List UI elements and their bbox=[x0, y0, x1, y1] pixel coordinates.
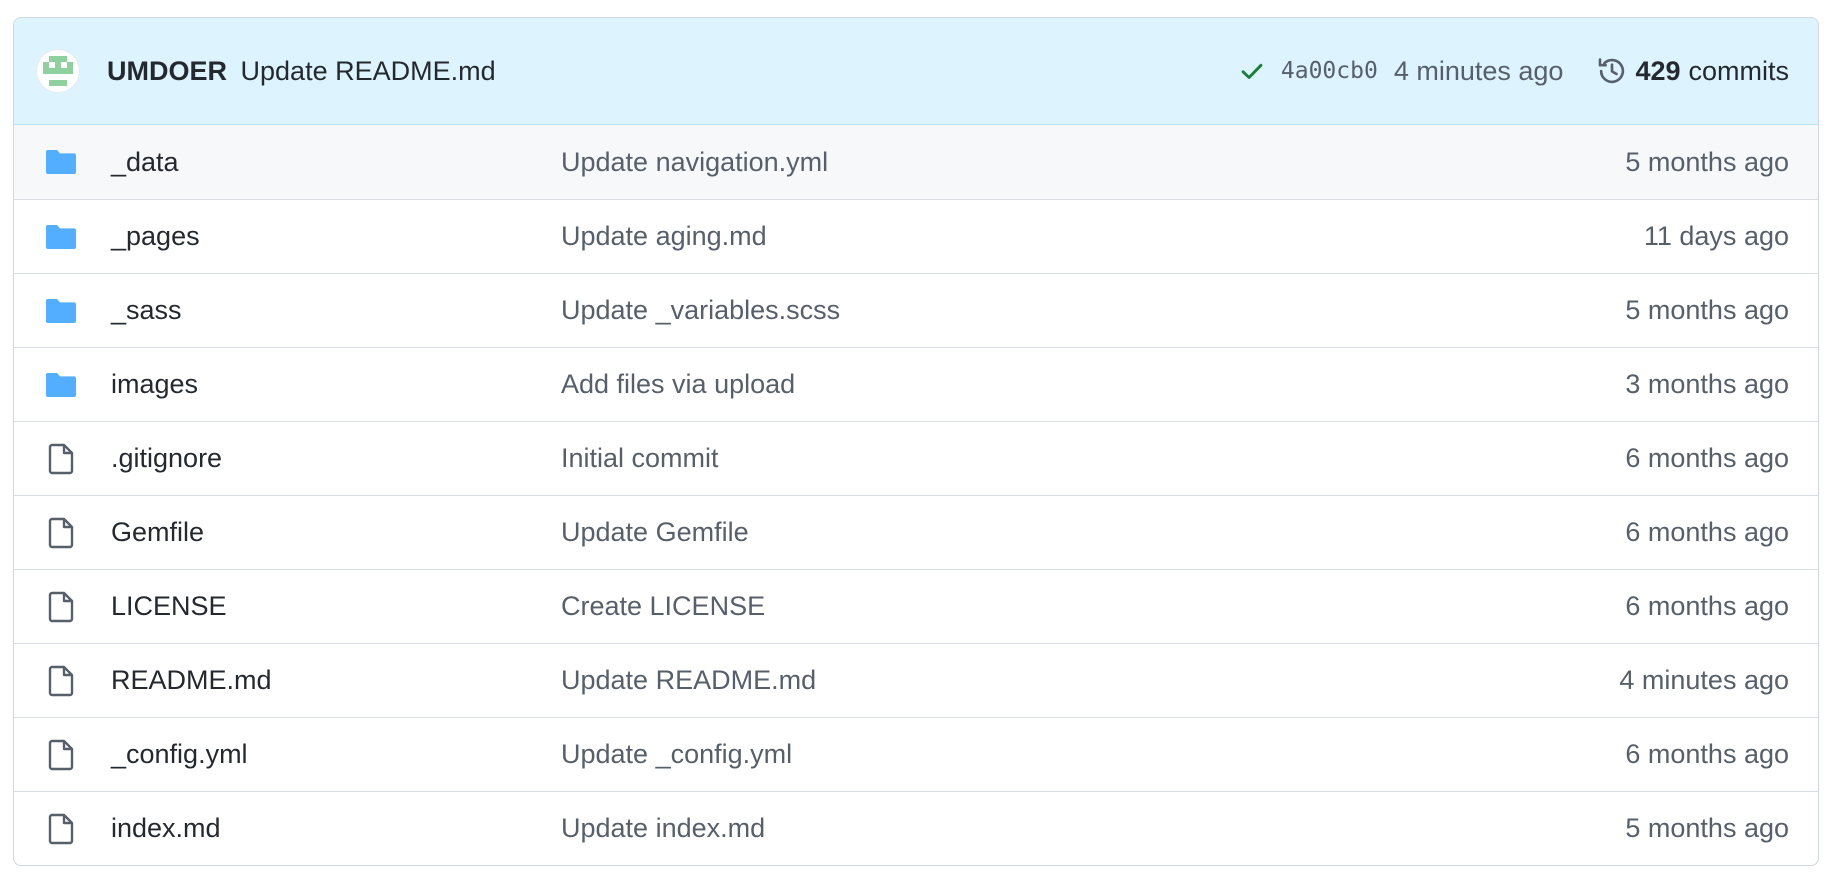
file-name-link[interactable]: index.md bbox=[111, 813, 561, 844]
file-commit-message-link[interactable]: Update Gemfile bbox=[561, 517, 749, 548]
file-name-link[interactable]: images bbox=[111, 369, 561, 400]
file-commit-message-link[interactable]: Update index.md bbox=[561, 813, 765, 844]
commits-label: commits bbox=[1688, 55, 1790, 86]
file-row[interactable]: _sass Update _variables.scss 5 months ago bbox=[14, 273, 1818, 347]
file-commit-age: 3 months ago bbox=[1625, 369, 1789, 399]
commit-count: 429 bbox=[1635, 55, 1681, 86]
file-icon bbox=[45, 443, 77, 475]
file-name-link[interactable]: LICENSE bbox=[111, 591, 561, 622]
file-commit-message-link[interactable]: Update _variables.scss bbox=[561, 295, 840, 326]
file-commit-age: 6 months ago bbox=[1625, 591, 1789, 621]
folder-icon bbox=[45, 295, 77, 327]
file-commit-message-link[interactable]: Update _config.yml bbox=[561, 739, 792, 770]
file-name-link[interactable]: _config.yml bbox=[111, 739, 561, 770]
file-list: _data Update navigation.yml 5 months ago _p… bbox=[14, 125, 1818, 865]
file-icon bbox=[45, 517, 77, 549]
file-row[interactable]: index.md Update index.md 5 months ago bbox=[14, 791, 1818, 865]
history-icon bbox=[1595, 54, 1629, 88]
file-name-link[interactable]: _sass bbox=[111, 295, 561, 326]
file-icon bbox=[45, 591, 77, 623]
file-row[interactable]: images Add files via upload 3 months ago bbox=[14, 347, 1818, 421]
file-name-link[interactable]: _pages bbox=[111, 221, 561, 252]
repo-file-browser: UMDOER Update README.md 4a00cb0 4 minute… bbox=[13, 17, 1819, 866]
folder-icon bbox=[45, 369, 77, 401]
avatar[interactable] bbox=[36, 49, 80, 93]
file-row[interactable]: _pages Update aging.md 11 days ago bbox=[14, 199, 1818, 273]
file-row[interactable]: Gemfile Update Gemfile 6 months ago bbox=[14, 495, 1818, 569]
file-commit-age: 4 minutes ago bbox=[1619, 665, 1789, 695]
latest-commit-title: UMDOER Update README.md bbox=[107, 56, 496, 87]
file-icon bbox=[45, 813, 77, 845]
file-commit-age: 6 months ago bbox=[1625, 517, 1789, 547]
file-name-link[interactable]: Gemfile bbox=[111, 517, 561, 548]
file-commit-age: 11 days ago bbox=[1643, 221, 1789, 251]
commit-history-link[interactable]: 429 commits bbox=[1595, 54, 1789, 88]
file-icon bbox=[45, 665, 77, 697]
file-commit-message-link[interactable]: Add files via upload bbox=[561, 369, 795, 400]
commit-time: 4 minutes ago bbox=[1393, 55, 1564, 86]
latest-commit-bar: UMDOER Update README.md 4a00cb0 4 minute… bbox=[14, 18, 1818, 125]
file-commit-age: 5 months ago bbox=[1625, 813, 1789, 843]
file-row[interactable]: README.md Update README.md 4 minutes ago bbox=[14, 643, 1818, 717]
file-commit-message-link[interactable]: Create LICENSE bbox=[561, 591, 765, 622]
commit-author-link[interactable]: UMDOER bbox=[107, 56, 227, 86]
file-commit-message-link[interactable]: Update navigation.yml bbox=[561, 147, 828, 178]
folder-icon bbox=[45, 221, 77, 253]
file-commit-age: 6 months ago bbox=[1625, 443, 1789, 473]
check-icon[interactable] bbox=[1237, 56, 1267, 86]
file-commit-age: 5 months ago bbox=[1625, 146, 1789, 177]
identicon-icon bbox=[43, 56, 73, 86]
commit-sha-link[interactable]: 4a00cb0 bbox=[1281, 58, 1378, 84]
file-icon bbox=[45, 739, 77, 771]
file-commit-age: 5 months ago bbox=[1625, 295, 1789, 325]
commit-message-link[interactable]: Update README.md bbox=[241, 56, 496, 86]
commit-details: 4a00cb0 4 minutes ago 429 commits bbox=[1237, 54, 1789, 88]
file-row[interactable]: .gitignore Initial commit 6 months ago bbox=[14, 421, 1818, 495]
file-commit-message-link[interactable]: Initial commit bbox=[561, 443, 719, 474]
file-name-link[interactable]: _data bbox=[111, 147, 561, 178]
file-row[interactable]: LICENSE Create LICENSE 6 months ago bbox=[14, 569, 1818, 643]
file-row[interactable]: _data Update navigation.yml 5 months ago bbox=[14, 125, 1818, 199]
file-row[interactable]: _config.yml Update _config.yml 6 months ag… bbox=[14, 717, 1818, 791]
file-name-link[interactable]: README.md bbox=[111, 665, 561, 696]
file-commit-age: 6 months ago bbox=[1625, 739, 1789, 769]
file-commit-message-link[interactable]: Update aging.md bbox=[561, 221, 767, 252]
file-commit-message-link[interactable]: Update README.md bbox=[561, 665, 816, 696]
file-name-link[interactable]: .gitignore bbox=[111, 443, 561, 474]
folder-icon bbox=[45, 146, 77, 178]
